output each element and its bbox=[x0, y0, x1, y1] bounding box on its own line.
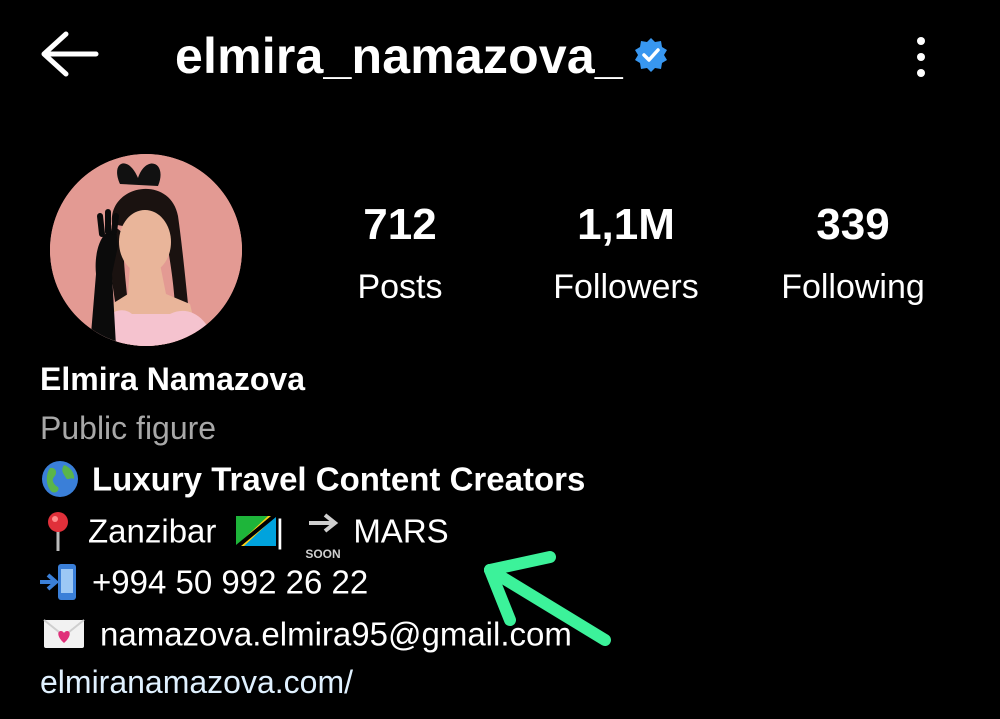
profile-avatar[interactable] bbox=[50, 154, 242, 346]
bio-line-phone: +994 50 992 26 22 bbox=[40, 560, 368, 602]
bio-separator: | bbox=[275, 512, 285, 550]
profile-full-name: Elmira Namazova bbox=[40, 361, 306, 397]
following-stat[interactable]: 339 Following bbox=[743, 200, 963, 308]
followers-count: 1,1M bbox=[577, 200, 675, 249]
followers-stat[interactable]: 1,1M Followers bbox=[516, 200, 736, 308]
more-vertical-icon[interactable] bbox=[905, 34, 937, 80]
tanzania-flag-icon bbox=[235, 516, 276, 547]
bio-line-travel: Luxury Travel Content Creators bbox=[40, 457, 585, 499]
bio-phone-text[interactable]: +994 50 992 26 22 bbox=[92, 563, 368, 600]
posts-label: Posts bbox=[357, 268, 443, 306]
following-count: 339 bbox=[816, 200, 890, 249]
posts-count: 712 bbox=[363, 200, 437, 249]
followers-label: Followers bbox=[553, 268, 699, 306]
profile-category: Public figure bbox=[40, 410, 217, 446]
profile-website-link[interactable]: elmiranamazova.com/ bbox=[40, 662, 353, 702]
round-pushpin-icon bbox=[48, 512, 68, 552]
bio-travel-text: Luxury Travel Content Creators bbox=[92, 460, 586, 498]
avatar-image bbox=[50, 154, 242, 346]
bio-location-text: Zanzibar bbox=[88, 512, 217, 550]
globe-icon bbox=[42, 461, 78, 498]
arrow-left-icon[interactable] bbox=[38, 28, 100, 80]
bio-email-text[interactable]: namazova.elmira95@gmail.com bbox=[100, 615, 572, 652]
verified-badge-icon bbox=[635, 38, 667, 72]
posts-stat[interactable]: 712 Posts bbox=[290, 200, 510, 308]
following-label: Following bbox=[781, 268, 925, 306]
soon-arrow-icon: SOON bbox=[303, 512, 347, 561]
profile-username: elmira_namazova_ bbox=[175, 28, 623, 84]
bio-destination-text: MARS bbox=[353, 512, 449, 550]
bio-line-email: namazova.elmira95@gmail.com bbox=[40, 612, 572, 654]
mobile-arrow-icon bbox=[40, 564, 76, 601]
love-letter-icon bbox=[43, 619, 85, 649]
bio-line-location: Zanzibar | SOON MARS bbox=[40, 509, 449, 561]
